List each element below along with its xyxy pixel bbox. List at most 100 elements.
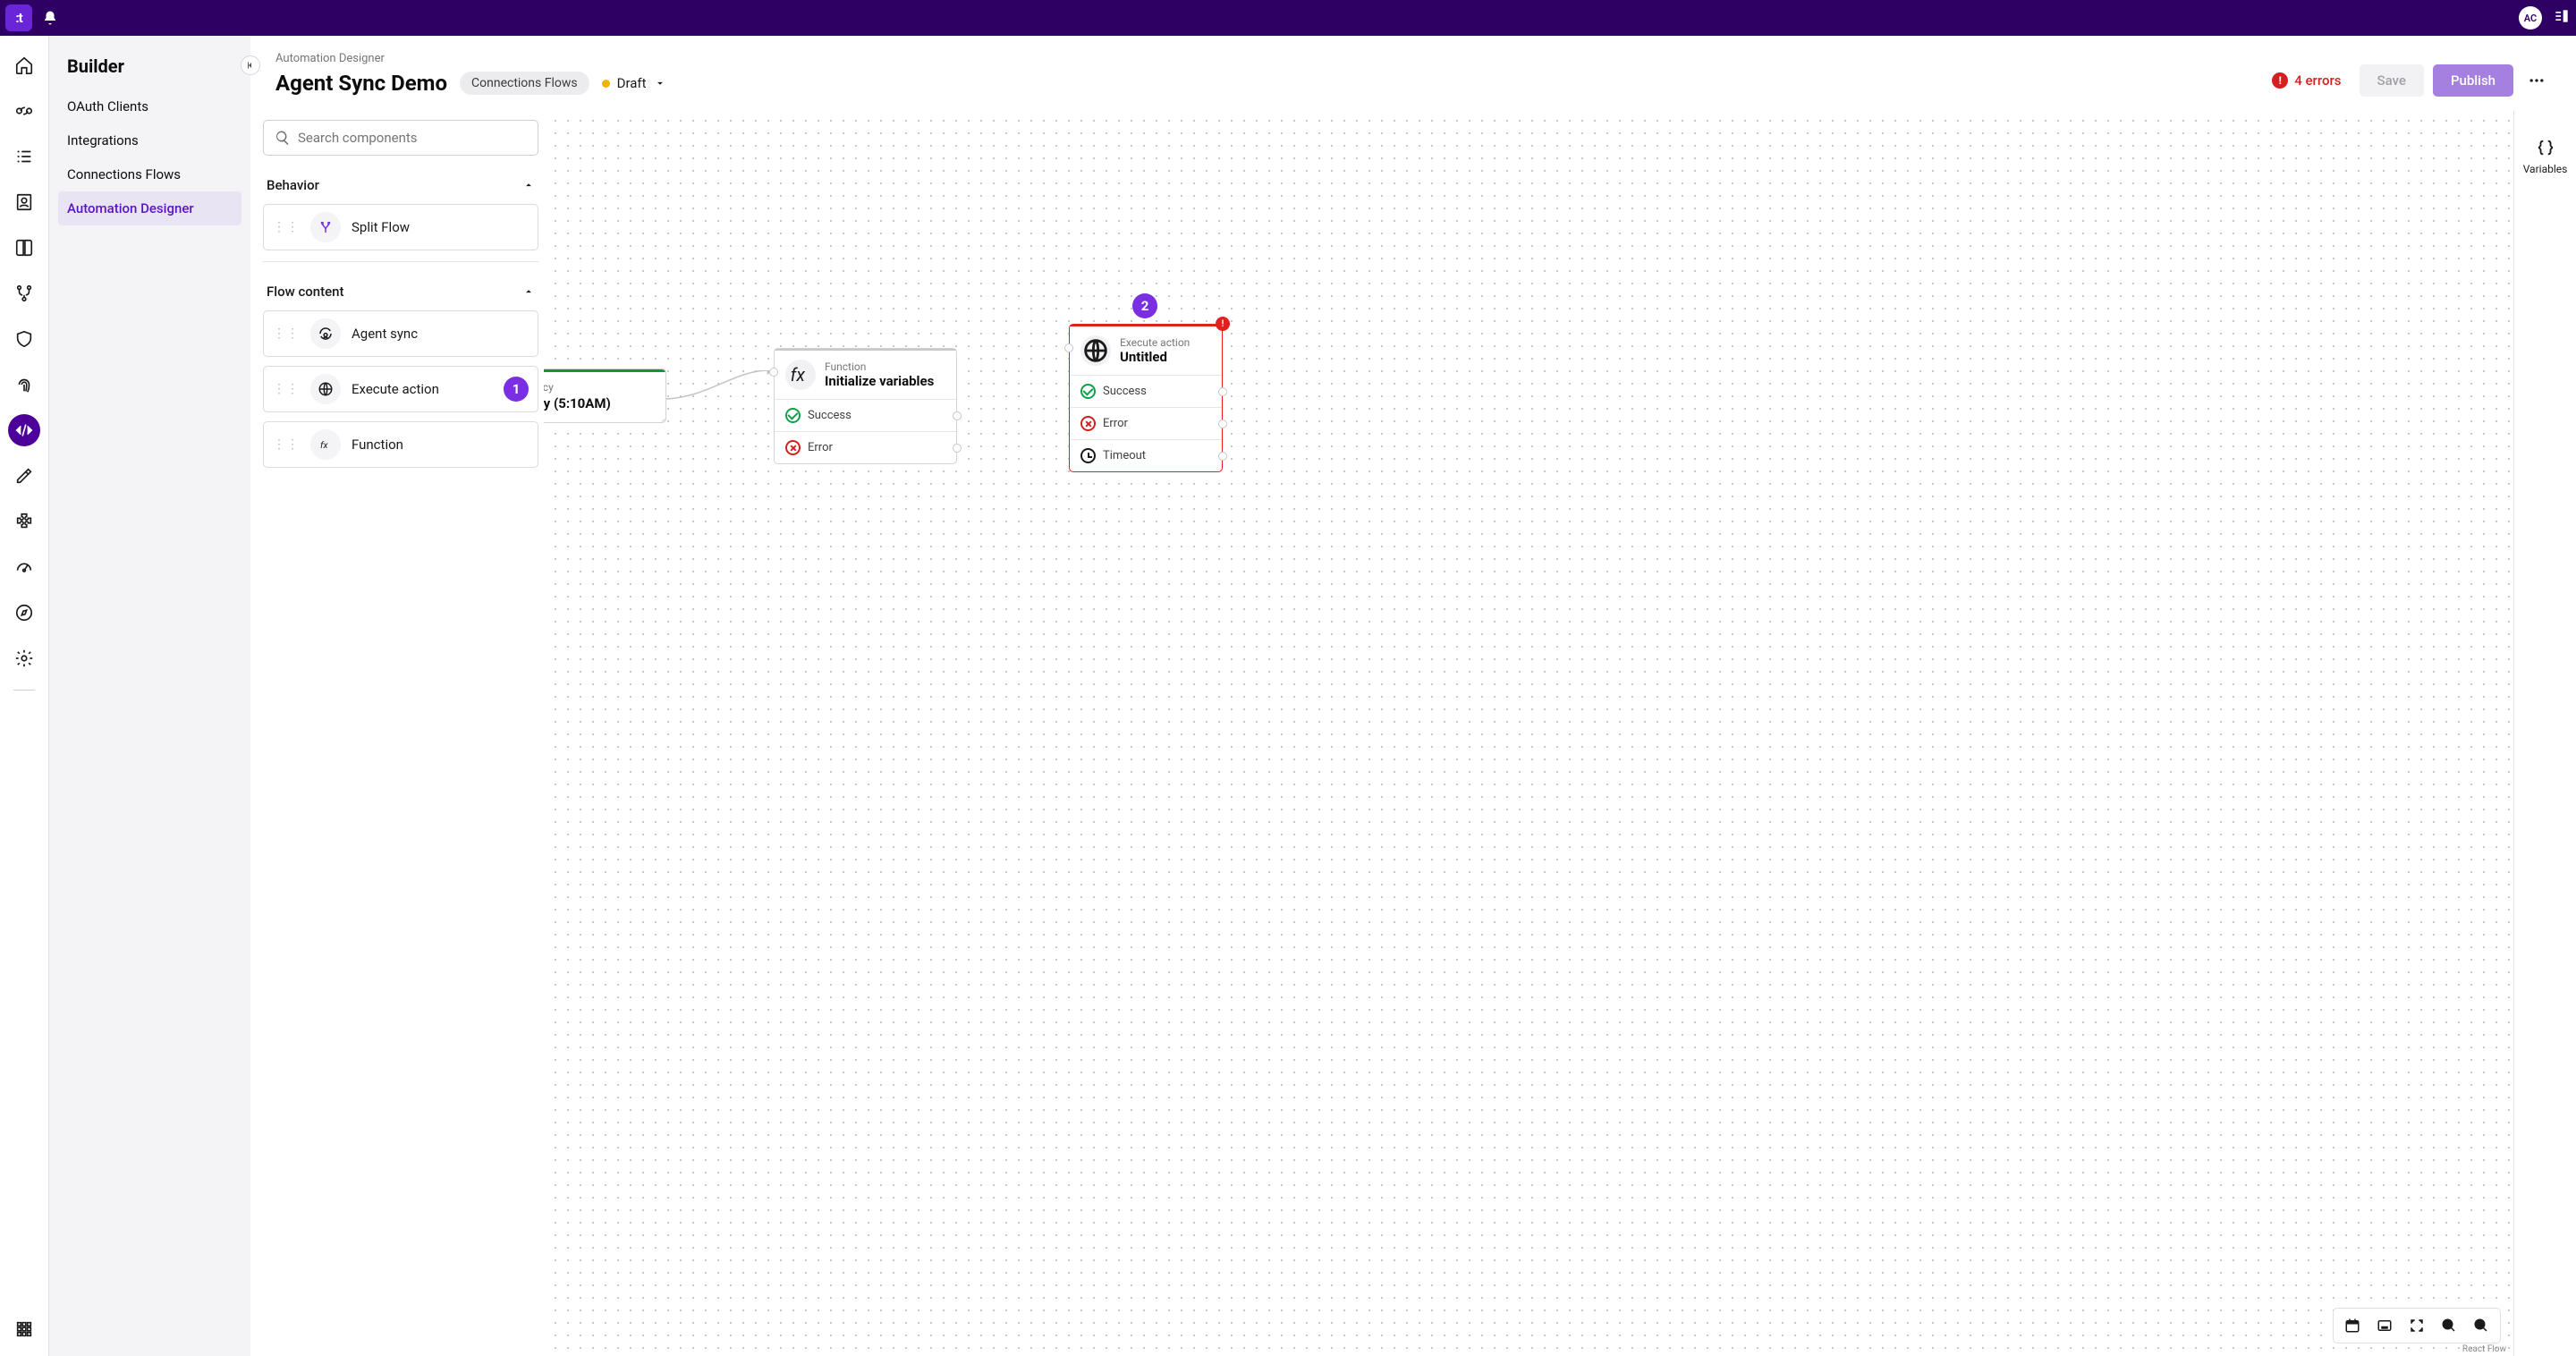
calendar-button[interactable] [2337,1312,2368,1339]
drag-handle-icon: ⋮⋮ [273,437,300,452]
content-area: Automation Designer Agent Sync Demo Conn… [250,36,2576,1356]
section-flow-content-header[interactable]: Flow content [263,278,538,310]
node-output-success[interactable]: Success [775,399,956,431]
output-port[interactable] [953,411,962,420]
rail-shield-icon[interactable] [8,323,40,355]
output-port[interactable] [662,419,666,423]
component-agent-sync[interactable]: ⋮⋮ Agent sync [263,310,538,357]
avatar[interactable]: AC [2519,6,2542,30]
timeout-icon [1080,448,1096,463]
node-output-error[interactable]: Error [1070,407,1222,439]
node-function[interactable]: fx Function Initialize variables Success [774,348,957,464]
node-error-badge-icon: ! [1216,317,1230,331]
breadcrumb[interactable]: Automation Designer [275,52,666,65]
rail-list-icon[interactable] [8,140,40,173]
save-button[interactable]: Save [2360,64,2424,97]
braces-icon [2536,138,2555,157]
rail-home-icon[interactable] [8,49,40,81]
drag-handle-icon: ⋮⋮ [273,220,300,234]
sidebar: Builder OAuth Clients Integrations Conne… [49,36,250,1356]
output-port[interactable] [1218,452,1227,461]
app-logo[interactable]: :t [5,4,32,31]
rail-link-icon[interactable] [8,95,40,127]
rail-flow-icon[interactable] [8,277,40,309]
components-panel: Behavior ⋮⋮ Split Flow Flow content ⋮⋮ A… [258,111,544,486]
output-port[interactable] [1218,387,1227,396]
globe-icon [310,374,341,404]
flow-type-chip: Connections Flows [460,72,589,95]
rail-book-icon[interactable] [8,232,40,264]
output-label: Success [808,409,852,422]
sidebar-item-integrations[interactable]: Integrations [58,123,242,157]
flow-canvas[interactable]: equency er day (5:10AM) fx Function Init… [546,111,2513,1356]
search-input[interactable] [298,130,527,146]
node-title: Untitled [1120,349,1190,365]
sidebar-title: Builder [58,55,242,89]
sidebar-item-oauth[interactable]: OAuth Clients [58,89,242,123]
rail-apps-icon[interactable] [8,1313,40,1345]
variables-panel-toggle[interactable]: Variables [2513,111,2576,1356]
zoom-in-button[interactable] [2434,1312,2464,1339]
rail-gauge-icon[interactable] [8,551,40,583]
drag-handle-icon: ⋮⋮ [273,382,300,396]
status-dropdown[interactable]: Draft [602,75,666,91]
errors-label: 4 errors [2294,72,2341,89]
component-split-flow[interactable]: ⋮⋮ Split Flow [263,204,538,250]
rail-contacts-icon[interactable] [8,186,40,218]
rail-code-icon[interactable] [8,414,40,446]
rail-puzzle-icon[interactable] [8,505,40,538]
rail-fingerprint-icon[interactable] [8,369,40,401]
publish-button[interactable]: Publish [2433,64,2513,97]
node-output-success[interactable]: Success [1070,375,1222,407]
notifications-icon[interactable] [41,9,59,27]
rail-compass-icon[interactable] [8,597,40,629]
input-port[interactable] [1064,343,1073,352]
search-icon [275,130,291,146]
section-flow-content-label: Flow content [267,284,344,300]
output-label: Timeout [1103,449,1146,462]
search-components[interactable] [263,120,538,156]
rail-settings-icon[interactable] [8,642,40,674]
fit-view-button[interactable] [2369,1312,2400,1339]
component-label: Execute action [352,381,439,397]
node-output-timeout[interactable]: Timeout [1070,439,1222,471]
step-badge-2: 2 [1132,293,1157,318]
component-execute-action[interactable]: ⋮⋮ Execute action 1 [263,366,538,412]
split-icon [310,212,341,242]
errors-indicator[interactable]: ! 4 errors [2272,72,2341,89]
function-icon: fx [785,360,816,390]
svg-text:fx: fx [791,365,806,386]
agent-sync-icon [310,318,341,349]
collapse-sidebar-button[interactable] [241,55,260,75]
output-label: Success [1103,385,1147,398]
sidebar-item-connections-flows[interactable]: Connections Flows [58,157,242,191]
svg-text:fx: fx [320,439,329,451]
function-icon: fx [310,429,341,460]
status-dot-icon [602,80,610,88]
error-icon [1080,416,1096,431]
output-label: Error [1103,417,1128,430]
panel-toggle-icon[interactable] [2553,7,2571,29]
canvas-controls [2333,1308,2501,1343]
component-label: Agent sync [352,326,418,342]
input-port[interactable] [769,368,778,377]
drag-handle-icon: ⋮⋮ [273,326,300,341]
sidebar-item-automation-designer[interactable]: Automation Designer [58,191,242,225]
node-output-error[interactable]: Error [775,431,956,463]
rail-edit-icon[interactable] [8,460,40,492]
output-port[interactable] [953,444,962,453]
section-behavior-header[interactable]: Behavior [263,172,538,204]
zoom-out-button[interactable] [2466,1312,2496,1339]
icon-rail [0,36,49,1356]
success-icon [1080,384,1096,399]
node-execute-action[interactable]: ! Execute action Untitled Success [1069,324,1223,472]
component-label: Function [352,436,403,453]
component-function[interactable]: ⋮⋮ fx Function [263,421,538,468]
node-category: Function [825,360,934,373]
more-menu-button[interactable] [2522,66,2551,95]
fullscreen-button[interactable] [2402,1312,2432,1339]
error-icon [785,440,801,455]
output-port[interactable] [1218,420,1227,428]
globe-icon [1080,335,1111,366]
node-title: Initialize variables [825,373,934,389]
